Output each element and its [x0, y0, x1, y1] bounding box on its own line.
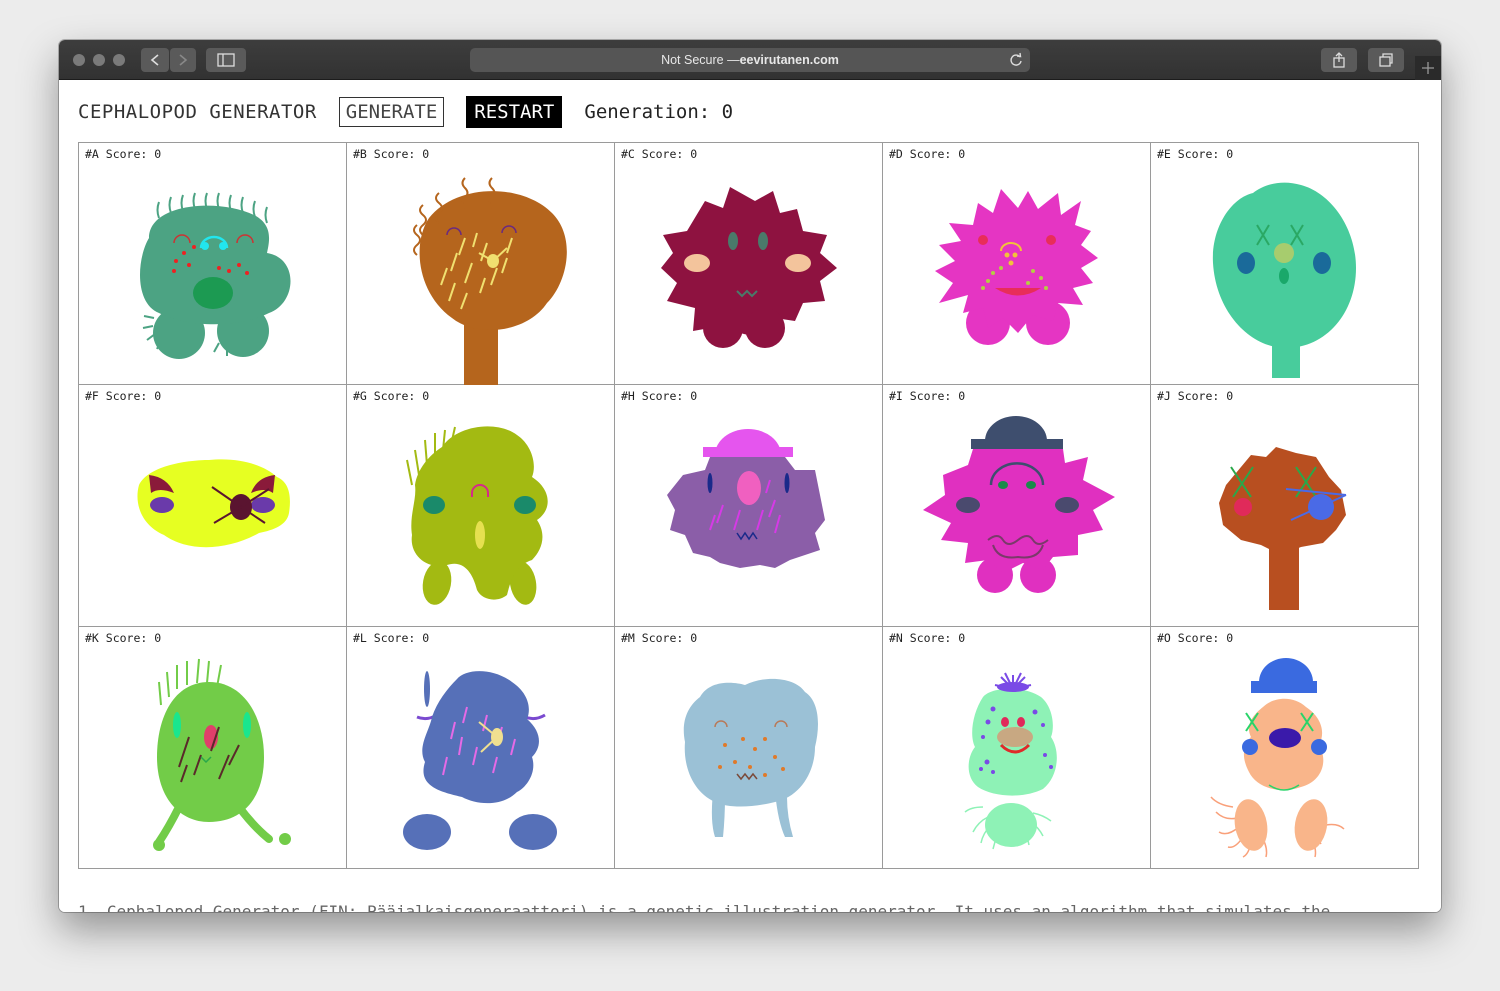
forward-button[interactable]	[170, 48, 196, 72]
creature-card[interactable]: #J Score: 0	[1151, 385, 1419, 627]
back-button[interactable]	[141, 48, 169, 72]
creature-card[interactable]: #E Score: 0	[1151, 143, 1419, 385]
creature-card[interactable]: #C Score: 0	[615, 143, 883, 385]
tabs-overview-button[interactable]	[1368, 48, 1404, 72]
creature-illustration	[667, 429, 825, 568]
creature-card[interactable]: #G Score: 0	[347, 385, 615, 627]
close-window-button[interactable]	[73, 54, 85, 66]
creature-card[interactable]: #D Score: 0	[883, 143, 1151, 385]
creature-illustration	[935, 189, 1098, 345]
address-security-text: Not Secure —	[661, 53, 740, 67]
creature-score-label: #H Score: 0	[621, 389, 698, 403]
share-icon	[1333, 52, 1345, 68]
plus-icon	[1422, 62, 1434, 74]
creature-score-label: #D Score: 0	[889, 147, 966, 161]
creature-score-label: #C Score: 0	[621, 147, 698, 161]
tabs-icon	[1379, 53, 1393, 67]
generation-counter: Generation: 0	[584, 101, 734, 123]
creature-score-label: #J Score: 0	[1157, 389, 1234, 403]
sidebar-toggle-button[interactable]	[206, 48, 246, 72]
creature-illustration	[403, 671, 557, 850]
browser-toolbar: Not Secure — eevirutanen.com	[59, 40, 1441, 80]
creature-illustration	[661, 187, 837, 348]
new-tab-button[interactable]	[1415, 56, 1441, 80]
creature-card[interactable]: #K Score: 0	[79, 627, 347, 869]
sidebar-icon	[217, 53, 235, 67]
creature-score-label: #E Score: 0	[1157, 147, 1234, 161]
creature-illustration	[137, 459, 290, 548]
app-header: CEPHALOPOD GENERATOR GENERATE RESTART Ge…	[78, 96, 734, 128]
restart-button[interactable]: RESTART	[466, 96, 563, 128]
creature-illustration	[139, 192, 291, 359]
generate-button[interactable]: GENERATE	[338, 97, 445, 127]
address-domain: eevirutanen.com	[739, 53, 839, 67]
creature-card[interactable]: #O Score: 0	[1151, 627, 1419, 869]
creature-illustration	[413, 177, 567, 385]
chevron-left-icon	[150, 54, 159, 66]
creature-score-label: #B Score: 0	[353, 147, 430, 161]
creature-score-label: #A Score: 0	[85, 147, 162, 161]
creature-card[interactable]: #M Score: 0	[615, 627, 883, 869]
reload-icon[interactable]	[1008, 52, 1024, 68]
creature-illustration	[406, 426, 548, 605]
address-bar[interactable]: Not Secure — eevirutanen.com	[470, 48, 1030, 72]
creature-score-label: #F Score: 0	[85, 389, 162, 403]
creature-grid: #A Score: 0 #B Score: 0 #C Score: 0 #D S…	[78, 142, 1419, 869]
creature-card[interactable]: #A Score: 0	[79, 143, 347, 385]
page-content: CEPHALOPOD GENERATOR GENERATE RESTART Ge…	[59, 80, 1441, 912]
share-button[interactable]	[1321, 48, 1357, 72]
creature-illustration	[923, 416, 1115, 593]
creature-score-label: #O Score: 0	[1157, 631, 1234, 645]
creature-score-label: #G Score: 0	[353, 389, 430, 403]
creature-card[interactable]: #N Score: 0	[883, 627, 1151, 869]
creature-score-label: #K Score: 0	[85, 631, 162, 645]
creature-illustration	[153, 658, 291, 851]
creature-score-label: #L Score: 0	[353, 631, 430, 645]
creature-card[interactable]: #H Score: 0	[615, 385, 883, 627]
creature-score-label: #N Score: 0	[889, 631, 966, 645]
creature-illustration	[683, 678, 818, 837]
creature-card[interactable]: #B Score: 0	[347, 143, 615, 385]
creature-illustration	[964, 672, 1057, 850]
creature-score-label: #I Score: 0	[889, 389, 966, 403]
app-title: CEPHALOPOD GENERATOR	[78, 101, 317, 123]
chevron-right-icon	[179, 54, 188, 66]
creature-illustration	[1212, 182, 1356, 378]
creature-illustration	[1210, 658, 1345, 858]
zoom-window-button[interactable]	[113, 54, 125, 66]
creature-card[interactable]: #L Score: 0	[347, 627, 615, 869]
creature-illustration	[1219, 447, 1347, 610]
browser-window: Not Secure — eevirutanen.com CEPHALOPOD …	[59, 40, 1441, 912]
creature-card[interactable]: #I Score: 0	[883, 385, 1151, 627]
minimize-window-button[interactable]	[93, 54, 105, 66]
description-paragraph: 1. Cephalopod Generator (FIN: Pääjalkais…	[78, 902, 1331, 912]
creature-score-label: #M Score: 0	[621, 631, 698, 645]
creature-card[interactable]: #F Score: 0	[79, 385, 347, 627]
